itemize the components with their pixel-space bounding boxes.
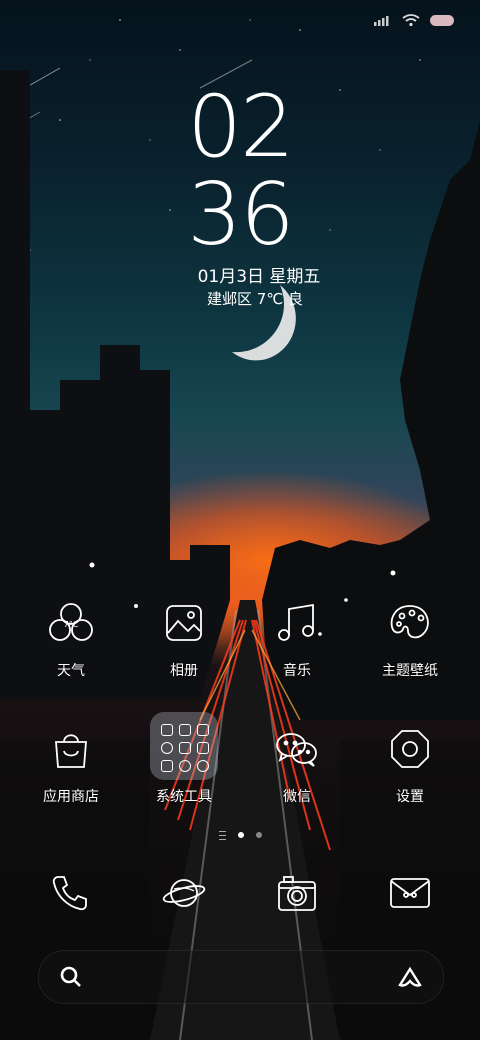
wifi-icon xyxy=(402,14,420,27)
page-dot[interactable] xyxy=(255,832,262,838)
wechat-icon xyxy=(272,724,322,774)
status-bar xyxy=(374,10,454,30)
camera-icon xyxy=(278,876,316,911)
dock-browser[interactable] xyxy=(159,868,209,918)
app-settings[interactable]: 设置 xyxy=(355,724,465,834)
app-drawer-indicator-icon[interactable] xyxy=(218,830,226,840)
app-label: 应用商店 xyxy=(43,789,99,805)
app-gallery[interactable]: 相册 xyxy=(129,598,239,708)
settings-icon xyxy=(385,724,435,774)
battery-icon xyxy=(430,14,454,26)
weather-icon-temp: 7°C xyxy=(64,620,79,629)
dock-camera[interactable] xyxy=(272,868,322,918)
palette-icon xyxy=(385,598,435,648)
page-dot-active[interactable] xyxy=(237,832,244,838)
weather-icon: 7°C xyxy=(46,598,96,648)
music-icon xyxy=(272,598,322,648)
app-app-store[interactable]: 应用商店 xyxy=(16,724,126,834)
assistant-icon[interactable] xyxy=(397,966,423,988)
app-label: 设置 xyxy=(396,789,424,805)
search-icon[interactable] xyxy=(59,965,83,989)
app-weather[interactable]: 7°C 天气 xyxy=(16,598,126,708)
phone-icon xyxy=(52,876,87,911)
shopping-bag-icon xyxy=(46,724,96,774)
dock-phone[interactable] xyxy=(45,868,95,918)
app-label: 音乐 xyxy=(283,663,311,679)
browser-planet-icon xyxy=(162,879,206,907)
app-label: 相册 xyxy=(170,663,198,679)
app-label: 主题壁纸 xyxy=(382,663,438,679)
app-music[interactable]: 音乐 xyxy=(242,598,352,708)
clock-minute[interactable]: 36 xyxy=(0,170,480,260)
signal-icon xyxy=(374,16,389,26)
weather-summary[interactable]: 建邺区 7℃ 良 xyxy=(0,288,480,309)
messages-icon xyxy=(390,878,430,908)
date-text[interactable]: 01月3日 星期五 xyxy=(0,262,480,287)
app-system-tools[interactable]: 系统工具 xyxy=(129,724,239,834)
gallery-icon xyxy=(159,598,209,648)
dock-messages[interactable] xyxy=(385,868,435,918)
app-theme-wallpaper[interactable]: 主题壁纸 xyxy=(355,598,465,708)
page-indicator[interactable] xyxy=(0,829,480,841)
search-bar[interactable] xyxy=(38,950,444,1004)
app-wechat[interactable]: 微信 xyxy=(242,724,352,834)
app-label: 微信 xyxy=(283,789,311,805)
app-label: 天气 xyxy=(57,663,85,679)
clock-hour[interactable]: 02 xyxy=(0,82,480,172)
app-label: 系统工具 xyxy=(156,789,212,805)
